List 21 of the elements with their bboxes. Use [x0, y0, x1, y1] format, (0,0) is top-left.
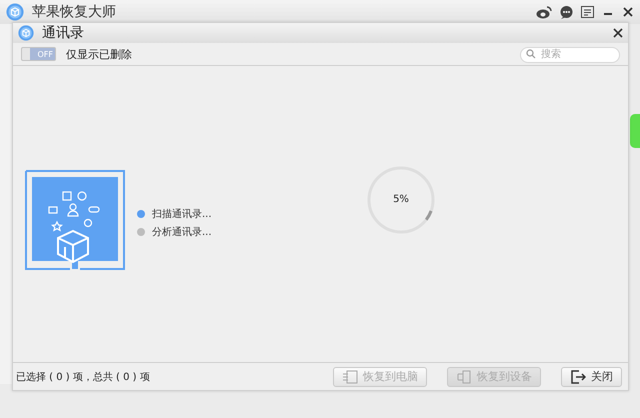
search-field[interactable]: 搜索	[520, 46, 620, 62]
window-title: 苹果恢复大师	[32, 3, 117, 21]
device-icon	[456, 370, 472, 384]
dialog-title: 通讯录	[42, 24, 85, 42]
close-button[interactable]: 关闭	[561, 366, 622, 386]
selection-status: 已选择 ( 0 ) 项，总共 ( 0 ) 项	[16, 370, 151, 384]
chat-icon[interactable]	[560, 6, 573, 18]
app-logo-icon	[6, 3, 24, 21]
search-icon	[526, 49, 536, 59]
progress-reading: 5%	[392, 193, 410, 207]
export-icon	[342, 370, 358, 384]
toggle-switch[interactable]: OFF	[21, 47, 56, 61]
feedback-icon[interactable]	[581, 6, 594, 18]
weibo-icon[interactable]	[536, 6, 552, 18]
close-icon[interactable]	[622, 6, 634, 18]
step-label: 扫描通讯录...	[152, 208, 212, 221]
filter-label: 仅显示已删除	[66, 46, 133, 62]
step-label: 分析通讯录...	[152, 226, 212, 239]
exit-icon	[570, 368, 586, 384]
app-logo-icon	[18, 25, 34, 41]
close-icon[interactable]	[613, 28, 623, 38]
